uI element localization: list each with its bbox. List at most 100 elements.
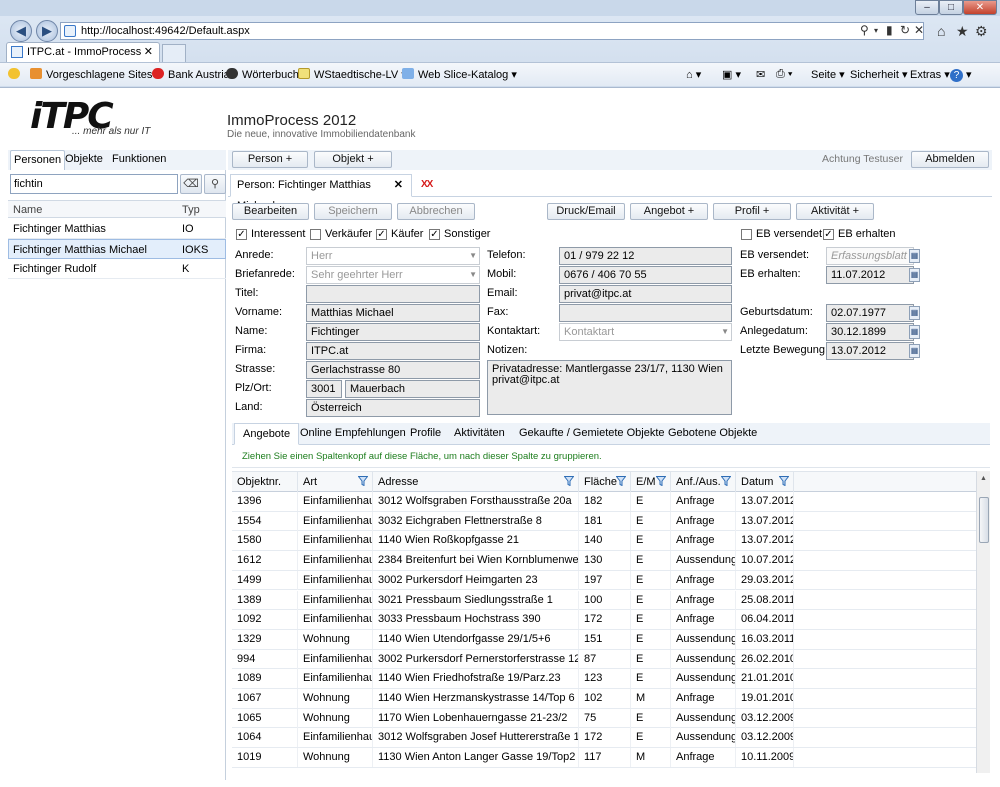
- calendar-icon[interactable]: ▦: [909, 325, 920, 339]
- print-icon[interactable]: ⎙ ▾: [776, 68, 792, 81]
- strasse-field[interactable]: Gerlachstrasse 80: [306, 361, 480, 379]
- new-tab-button[interactable]: [162, 44, 186, 62]
- filter-icon[interactable]: [616, 476, 626, 486]
- vorname-field[interactable]: Matthias Michael: [306, 304, 480, 322]
- table-row[interactable]: 1329 Wohnung 1140 Wien Utendorfgasse 29/1/…: [232, 629, 976, 650]
- edit-button[interactable]: Bearbeiten: [232, 203, 309, 220]
- kontaktart-select[interactable]: Kontaktart ▼: [559, 323, 732, 341]
- sonstiger-checkbox[interactable]: ✓: [429, 229, 440, 240]
- verkaeufer-checkbox[interactable]: [310, 229, 321, 240]
- fav-suggested-sites[interactable]: Vorgeschlagene Sites ▾: [30, 68, 161, 81]
- refresh-icon[interactable]: ↻: [900, 23, 910, 37]
- add-person-button[interactable]: Person +: [232, 151, 308, 168]
- calendar-icon[interactable]: ▦: [909, 268, 920, 282]
- eb-versendet-checkbox[interactable]: [741, 229, 752, 240]
- mail-icon[interactable]: ✉: [756, 68, 765, 81]
- extras-menu[interactable]: Extras ▾: [910, 68, 950, 81]
- eb-erhalten-checkbox[interactable]: ✓: [823, 229, 834, 240]
- group-drop-area[interactable]: Ziehen Sie einen Spaltenkopf auf diese F…: [232, 446, 990, 468]
- titel-field[interactable]: [306, 285, 480, 303]
- table-row[interactable]: 1580 Einfamilienhaus 1140 Wien Roßkopfgass…: [232, 531, 976, 552]
- table-row[interactable]: 1499 Einfamilienhaus 3002 Purkersdorf Heim…: [232, 570, 976, 591]
- tab-online-empfehlungen[interactable]: Online Empfehlungen: [300, 423, 406, 445]
- fav-wstaedtische[interactable]: WStaedtische-LV ▾: [298, 68, 407, 81]
- clear-search-icon[interactable]: ⌫: [180, 174, 202, 194]
- maximize-button[interactable]: □: [939, 0, 963, 15]
- email-field[interactable]: privat@itpc.at: [559, 285, 732, 303]
- close-tab-icon[interactable]: ✕: [144, 43, 153, 61]
- home-icon[interactable]: ⌂: [937, 23, 945, 39]
- table-row[interactable]: 1612 Einfamilienhaus 2384 Breitenfurt bei …: [232, 551, 976, 571]
- filter-icon[interactable]: [656, 476, 666, 486]
- search-icon[interactable]: ⚲: [204, 174, 226, 194]
- fav-web-slice[interactable]: Web Slice-Katalog ▾: [402, 68, 517, 81]
- anlegedatum-field[interactable]: 30.12.1899: [826, 323, 914, 341]
- table-row[interactable]: 1064 Einfamilienhaus 3012 Wolfsgraben Jose…: [232, 728, 976, 749]
- close-window-button[interactable]: ✕: [963, 0, 997, 15]
- add-objekt-button[interactable]: Objekt +: [314, 151, 392, 168]
- tab-gekaufte-objekte[interactable]: Gekaufte / Gemietete Objekte: [519, 423, 665, 445]
- letzte-bewegung-field[interactable]: 13.07.2012: [826, 342, 914, 360]
- logout-button[interactable]: Abmelden: [911, 151, 989, 168]
- feeds-icon[interactable]: ▣ ▾: [722, 68, 741, 81]
- table-row[interactable]: 1396 Einfamilienhaus 3012 Wolfsgraben Fors…: [232, 492, 976, 512]
- minimize-button[interactable]: –: [915, 0, 939, 15]
- vertical-scrollbar[interactable]: ▲: [976, 471, 990, 773]
- filter-icon[interactable]: [564, 476, 574, 486]
- list-item-selected[interactable]: Fichtinger Matthias Michael IOKS: [8, 239, 226, 259]
- table-row[interactable]: 1092 Einfamilienhaus 3033 Pressbaum Hochst…: [232, 610, 976, 630]
- tab-objekte[interactable]: Objekte: [62, 150, 106, 170]
- table-row[interactable]: 1067 Wohnung 1140 Wien Herzmanskystrasse 1…: [232, 689, 976, 709]
- tab-gebotene-objekte[interactable]: Gebotene Objekte: [668, 423, 757, 445]
- tab-funktionen[interactable]: Funktionen: [109, 150, 169, 170]
- dropdown-icon[interactable]: ▾: [874, 26, 878, 35]
- table-row[interactable]: 1089 Einfamilienhaus 1140 Wien Friedhofstr…: [232, 669, 976, 689]
- forward-icon[interactable]: ▶: [36, 20, 58, 42]
- save-button[interactable]: Speichern: [314, 203, 392, 220]
- calendar-icon[interactable]: ▦: [909, 344, 920, 358]
- kaeufer-checkbox[interactable]: ✓: [376, 229, 387, 240]
- close-tab-icon[interactable]: ✕: [394, 175, 403, 196]
- scroll-up-icon[interactable]: ▲: [980, 475, 987, 482]
- tab-angebote[interactable]: Angebote: [234, 423, 300, 445]
- scrollbar-thumb[interactable]: [979, 497, 989, 543]
- col-typ[interactable]: Typ: [182, 204, 200, 216]
- calendar-icon[interactable]: ▦: [909, 249, 920, 263]
- table-row[interactable]: 1389 Einfamilienhaus 3021 Pressbaum Siedlu…: [232, 590, 976, 611]
- add-offer-button[interactable]: Angebot +: [630, 203, 708, 220]
- add-favorite-icon[interactable]: [8, 68, 24, 81]
- fav-woerterbuch[interactable]: Wörterbuch: [226, 68, 299, 81]
- list-item[interactable]: Fichtinger Matthias IO: [8, 219, 226, 239]
- name-field[interactable]: Fichtinger: [306, 323, 480, 341]
- table-row[interactable]: 1554 Einfamilienhaus 3032 Eichgraben Flett…: [232, 511, 976, 532]
- column-header[interactable]: Adresse: [373, 472, 579, 492]
- firma-field[interactable]: ITPC.at: [306, 342, 480, 360]
- eb-erhalten-date-field[interactable]: 11.07.2012: [826, 266, 914, 284]
- person-tab[interactable]: Person: Fichtinger Matthias Michael ✕: [230, 174, 412, 212]
- search-input[interactable]: fichtin: [10, 174, 178, 194]
- tab-aktivitaeten[interactable]: Aktivitäten: [454, 423, 505, 445]
- table-row[interactable]: 994 Einfamilienhaus 3002 Purkersdorf Perne…: [232, 649, 976, 670]
- list-item[interactable]: Fichtinger Rudolf K: [8, 259, 226, 279]
- favorites-star-icon[interactable]: ★: [956, 23, 969, 40]
- compat-icon[interactable]: ▮: [886, 23, 893, 37]
- add-profile-button[interactable]: Profil +: [713, 203, 791, 220]
- stop-icon[interactable]: ✕: [914, 23, 924, 37]
- close-all-tabs-icon[interactable]: XX: [421, 179, 433, 190]
- interessent-checkbox[interactable]: ✓: [236, 229, 247, 240]
- fax-field[interactable]: [559, 304, 732, 322]
- home-command-icon[interactable]: ⌂ ▾: [686, 68, 701, 81]
- filter-icon[interactable]: [721, 476, 731, 486]
- tab-personen[interactable]: Personen: [10, 150, 66, 170]
- filter-icon[interactable]: [358, 476, 368, 486]
- security-menu[interactable]: Sicherheit ▾: [850, 68, 908, 81]
- add-activity-button[interactable]: Aktivität +: [796, 203, 874, 220]
- back-icon[interactable]: ◀: [10, 20, 32, 42]
- page-menu[interactable]: Seite ▾: [811, 68, 845, 81]
- column-header[interactable]: Objektnr.: [232, 472, 298, 492]
- fav-bank-austria[interactable]: Bank Austria: [152, 68, 230, 81]
- anrede-select[interactable]: Herr ▼: [306, 247, 480, 265]
- geburtsdatum-field[interactable]: 02.07.1977: [826, 304, 914, 322]
- mobil-field[interactable]: 0676 / 406 70 55: [559, 266, 732, 284]
- print-email-button[interactable]: Druck/Email: [547, 203, 625, 220]
